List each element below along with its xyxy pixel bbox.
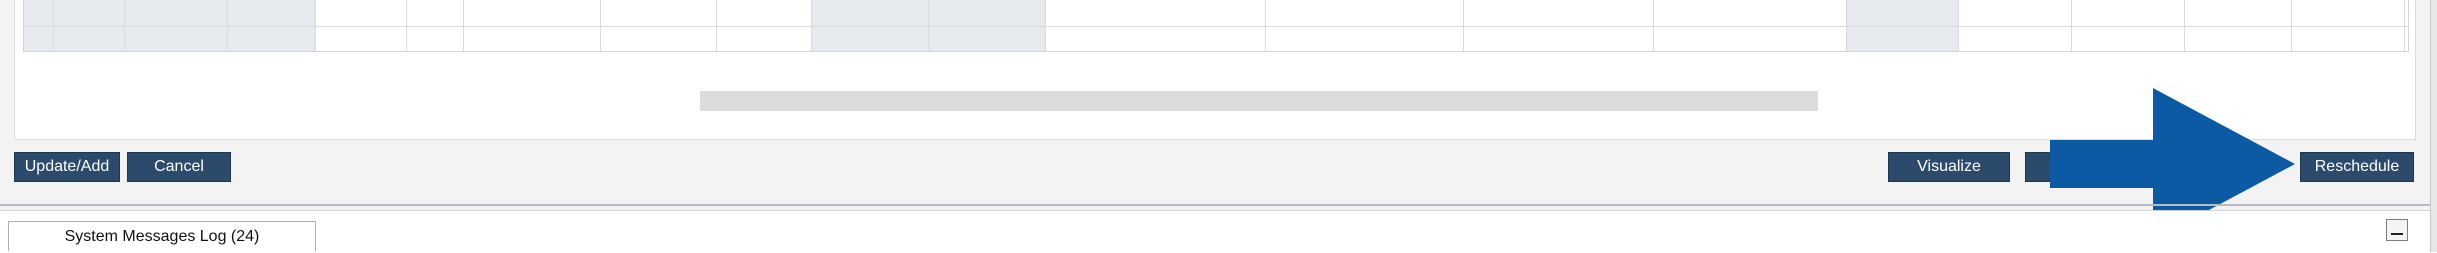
grid-row-divider <box>24 26 2408 27</box>
cancel-button[interactable]: Cancel <box>127 152 231 182</box>
vertical-scrollbar[interactable] <box>2430 0 2437 252</box>
reschedule-button[interactable]: Reschedule <box>2300 152 2414 182</box>
horizontal-scrollbar[interactable] <box>700 91 1818 111</box>
data-grid[interactable] <box>23 0 2409 52</box>
bottom-panel-bar <box>0 210 2437 253</box>
update-add-button[interactable]: Update/Add <box>14 152 120 182</box>
tab-system-messages-log[interactable]: System Messages Log (24) <box>8 221 316 251</box>
minimize-icon[interactable] <box>2386 219 2408 241</box>
section-divider <box>0 204 2437 206</box>
visualize-button[interactable]: Visualize <box>1888 152 2010 182</box>
